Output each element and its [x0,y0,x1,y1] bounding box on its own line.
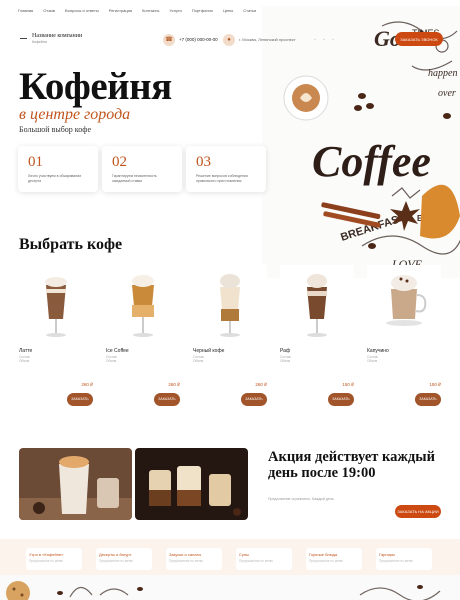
feature-text: Гарантируем неизменность ожидаемой ставк… [112,174,157,183]
category-name: Гарниры [379,552,395,557]
back-arrow-icon[interactable] [20,38,27,39]
product-card: Черный кофе Состав Объем 260 ₽ ЗАКАЗАТЬ [193,265,267,410]
feature-text: Решение вопросов соблюдения правильного … [196,174,248,183]
ice-coffee-image [106,265,180,343]
product-meta: Состав Объем [19,355,30,363]
promo-photo-2 [135,448,248,520]
hero-title: Кофейня [19,65,172,108]
nav-link[interactable]: Статьи [243,8,256,22]
address: г. Москва, Ленинский проспект [239,37,296,42]
category-sub: Предложение по меню [309,559,343,563]
product-price: 260 ₽ [81,382,93,387]
category-card[interactable]: Гарниры Предложение по меню [376,548,432,570]
whatsapp-icon[interactable]: ◦ [332,37,334,43]
product-card: Латте Состав Объем 260 ₽ ЗАКАЗАТЬ [19,265,93,410]
feature-card: 01 Лично участвуем в обжаривании десерта [18,146,98,192]
category-name: Десерты и йогурт [99,552,132,557]
nav-link[interactable]: Портфолио [192,8,213,22]
product-name: Капучино [367,348,389,354]
promo-photo-1 [19,448,132,520]
latte-image [19,265,93,343]
product-name: Латте [19,348,33,354]
category-card[interactable]: Десерты и йогурт Предложение по меню [96,548,152,570]
product-card: Ice Coffee Состав Объем 260 ₽ ЗАКАЗАТЬ [106,265,180,410]
product-price: 260 ₽ [168,382,180,387]
category-sub: Предложение по меню [239,559,273,563]
product-name: Черный кофе [193,348,225,354]
product-card: Раф Состав Объем 150 ₽ ЗАКАЗАТЬ [280,265,354,410]
company-tagline: Кофейня [32,40,47,44]
art-word: Coffee [312,137,431,186]
hero-subtitle: в центре города [19,106,131,123]
nav-link[interactable]: Регистрация [109,8,132,22]
telegram-icon[interactable]: ◦ [323,37,325,43]
nav-link[interactable]: Отзыв [43,8,55,22]
art-word: over [438,88,456,99]
product-meta: Состав Объем [280,355,291,363]
phone-icon: ☎ [163,34,175,46]
phone-number[interactable]: +7 (000) 000-00-00 [179,37,218,42]
nav-link[interactable]: Услуги [169,8,181,22]
category-card[interactable]: Закуски и салаты Предложение по меню [166,548,222,570]
product-price: 260 ₽ [255,382,267,387]
product-meta: Состав Объем [367,355,378,363]
product-meta: Состав Объем [106,355,117,363]
black-coffee-image [193,265,267,343]
feature-card: 03 Решение вопросов соблюдения правильно… [186,146,266,192]
feature-number: 02 [112,154,127,170]
order-button[interactable]: ЗАКАЗАТЬ [241,393,267,406]
category-name: Закуски и салаты [169,552,202,557]
location-pin-icon: ● [223,34,235,46]
order-button[interactable]: ЗАКАЗАТЬ [328,393,354,406]
order-button[interactable]: ЗАКАЗАТЬ [415,393,441,406]
footer-coffee-art [0,575,460,600]
nav-link[interactable]: Цены [223,8,233,22]
art-word: happen [428,68,457,79]
category-card[interactable]: Утро в «Кофейне» Предложение по меню [26,548,82,570]
raf-image [280,265,354,343]
promo-title: Акция действует каждый день после 19:00 [268,449,435,481]
product-price: 150 ₽ [342,382,354,387]
cappuccino-image [367,265,441,343]
nav-link[interactable]: Вопросы и ответы [65,8,99,22]
nav-link[interactable]: Контакты [142,8,159,22]
products-title: Выбрать кофе [19,236,123,253]
hero-caption: Большой выбор кофе [19,125,92,134]
category-sub: Предложение по меню [99,559,133,563]
promo-order-button[interactable]: ЗАКАЗАТЬ НА АКЦИИ [395,505,441,518]
category-sub: Предложение по меню [379,559,413,563]
product-price: 150 ₽ [429,382,441,387]
category-name: Горячие блюда [309,552,338,557]
product-card: Капучино Состав Объем 150 ₽ ЗАКАЗАТЬ [367,265,441,410]
company-name: Название компании [32,33,83,39]
category-card[interactable]: Супы Предложение по меню [236,548,292,570]
promo-subtitle: Предложение ограничено. Каждый день. [268,497,335,501]
order-button[interactable]: ЗАКАЗАТЬ [67,393,93,406]
order-button[interactable]: ЗАКАЗАТЬ [154,393,180,406]
nav-link[interactable]: Главная [18,8,33,22]
product-name: Ice Coffee [106,348,129,354]
product-meta: Состав Объем [193,355,204,363]
callback-button[interactable]: ЗАКАЗАТЬ ЗВОНОК [395,32,443,46]
product-name: Раф [280,348,291,354]
feature-card: 02 Гарантируем неизменность ожидаемой ст… [102,146,182,192]
feature-number: 03 [196,154,211,170]
vk-icon[interactable]: ◦ [314,37,316,43]
category-sub: Предложение по меню [29,559,63,563]
category-name: Супы [239,552,249,557]
category-name: Утро в «Кофейне» [29,552,64,557]
category-sub: Предложение по меню [169,559,203,563]
brand: Название компании Кофейня [32,33,82,44]
feature-number: 01 [28,154,43,170]
category-card[interactable]: Горячие блюда Предложение по меню [306,548,362,570]
feature-text: Лично участвуем в обжаривании десерта [28,174,82,183]
